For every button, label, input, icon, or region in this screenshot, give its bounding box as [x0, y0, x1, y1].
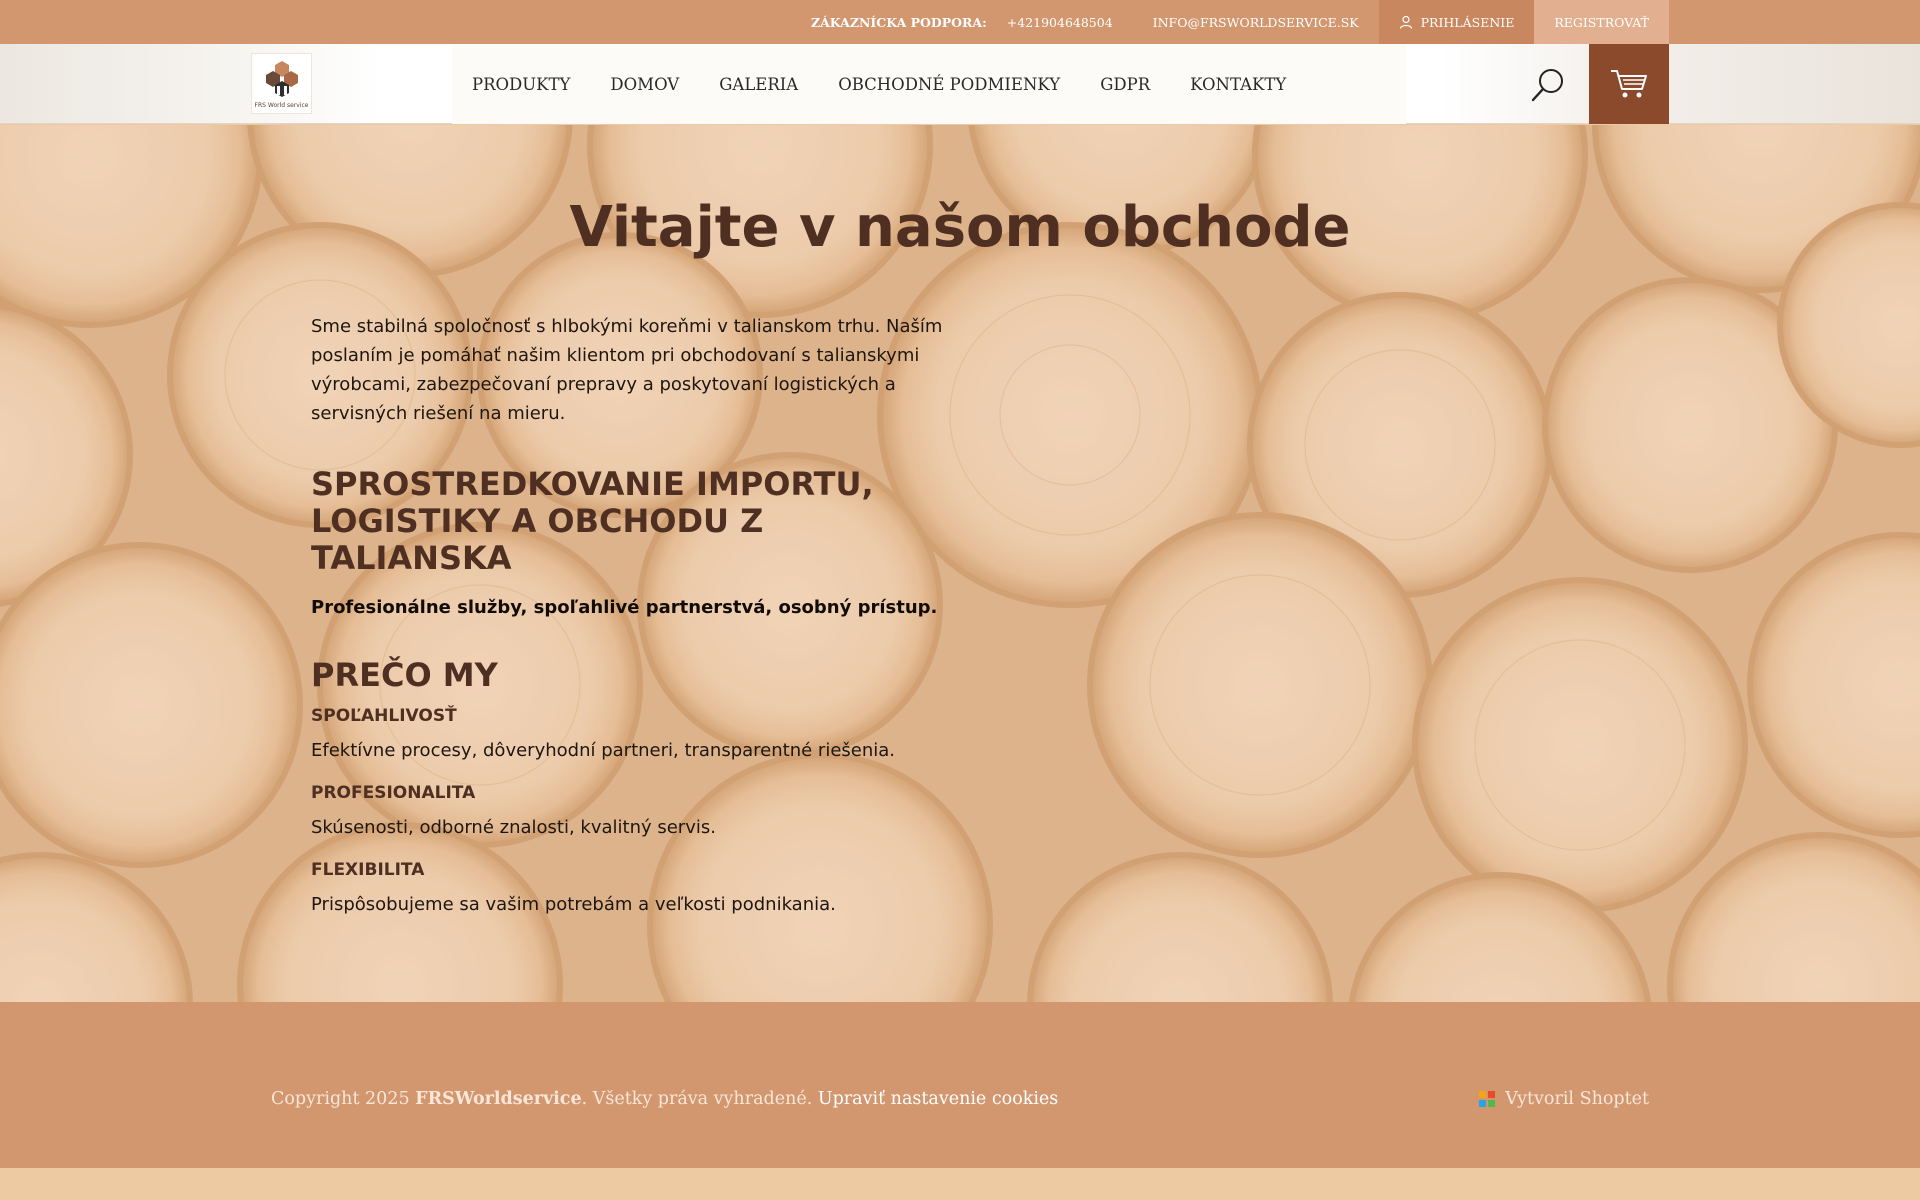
import-section-heading: SPROSTREDKOVANIE IMPORTU, LOGISTIKY A OB…: [311, 465, 874, 577]
user-icon: [1399, 15, 1412, 29]
shoptet-logo-icon: [1479, 1091, 1496, 1107]
logo-mark-icon: [265, 60, 298, 97]
nav-item-galeria[interactable]: GALERIA: [699, 75, 818, 94]
nav-item-kontakty[interactable]: KONTAKTY: [1170, 75, 1306, 94]
register-label: REGISTROVAŤ: [1554, 14, 1649, 30]
shoptet-link[interactable]: Vytvoril Shoptet: [1479, 1089, 1649, 1109]
cart-icon: [1611, 70, 1647, 98]
bottom-strip: [0, 1168, 1920, 1200]
site-logo[interactable]: FRS World service: [251, 53, 312, 114]
hero-section: Vitajte v našom obchode Sme stabilná spo…: [0, 125, 1920, 1002]
logo-text: FRS World service: [254, 101, 309, 109]
top-bar: ZÁKAZNÍCKA PODPORA: +421904648504 INFO@F…: [0, 0, 1920, 44]
main-nav: PRODUKTY DOMOV GALERIA OBCHODNÉ PODMIENK…: [452, 44, 1306, 124]
intro-paragraph: Sme stabilná spoločnosť s hlbokými koreň…: [311, 316, 943, 424]
support-phone-link[interactable]: +421904648504: [1007, 15, 1113, 30]
nav-item-obchodne-podmienky[interactable]: OBCHODNÉ PODMIENKY: [818, 75, 1080, 94]
feature-text-professionalism: Skúsenosti, odborné znalosti, kvalitný s…: [311, 817, 716, 838]
register-button[interactable]: REGISTROVAŤ: [1534, 0, 1669, 44]
copyright-rights: . Všetky práva vyhradené.: [581, 1089, 813, 1109]
site-footer: Copyright 2025 FRSWorldservice. Všetky p…: [0, 1002, 1920, 1168]
cookie-settings-link[interactable]: Upraviť nastavenie cookies: [818, 1089, 1058, 1109]
search-icon: [1531, 69, 1563, 102]
nav-item-produkty[interactable]: PRODUKTY: [452, 75, 590, 94]
why-us-heading: PREČO MY: [311, 656, 498, 694]
support-label: ZÁKAZNÍCKA PODPORA:: [810, 14, 987, 30]
copyright-prefix: Copyright 2025: [271, 1089, 410, 1109]
nav-item-gdpr[interactable]: GDPR: [1080, 75, 1170, 94]
cart-button[interactable]: [1589, 44, 1669, 124]
search-button[interactable]: [1520, 64, 1576, 106]
copyright-brand: FRSWorldservice: [415, 1089, 582, 1109]
shoptet-label: Vytvoril Shoptet: [1505, 1089, 1649, 1109]
feature-text-reliability: Efektívne procesy, dôveryhodní partneri,…: [311, 740, 896, 761]
top-bar-contacts: ZÁKAZNÍCKA PODPORA: +421904648504 INFO@F…: [811, 0, 1669, 44]
feature-text-flexibility: Prispôsobujeme sa vašim potrebám a veľko…: [311, 894, 836, 915]
hero-title: Vitajte v našom obchode: [569, 195, 1351, 260]
feature-title-professionalism: PROFESIONALITA: [311, 783, 476, 803]
login-button[interactable]: PRIHLÁSENIE: [1378, 0, 1535, 44]
hero-content: Sme stabilná spoločnosť s hlbokými koreň…: [311, 312, 971, 915]
nav-item-domov[interactable]: DOMOV: [590, 75, 699, 94]
copyright-text: Copyright 2025 FRSWorldservice. Všetky p…: [271, 1089, 1058, 1109]
feature-title-flexibility: FLEXIBILITA: [311, 860, 425, 880]
import-section-subtitle: Profesionálne služby, spoľahlivé partner…: [311, 597, 938, 618]
support-email-link[interactable]: INFO@FRSWORLDSERVICE.SK: [1153, 15, 1359, 30]
feature-title-reliability: SPOĽAHLIVOSŤ: [311, 706, 457, 726]
login-label: PRIHLÁSENIE: [1420, 14, 1515, 30]
